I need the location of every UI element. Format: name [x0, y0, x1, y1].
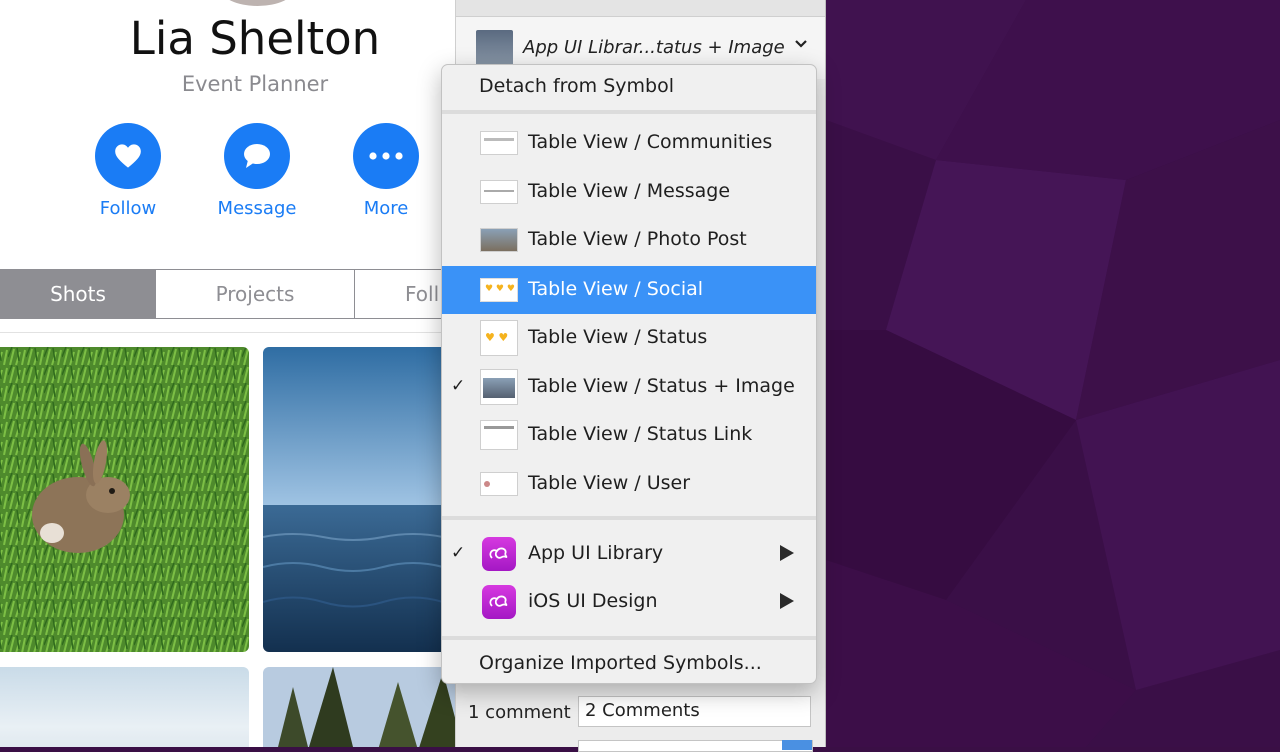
submenu-arrow-icon: [780, 593, 794, 609]
menu-item-label: Table View / Communities: [528, 131, 773, 153]
symbol-preview-thumbnail: [480, 420, 518, 450]
follow-label: Follow: [99, 198, 157, 219]
photo-trees[interactable]: [263, 667, 455, 747]
override-field[interactable]: 2 Comments: [578, 696, 811, 727]
menu-item-label: Table View / User: [528, 472, 691, 494]
menu-item-status-link[interactable]: Table View / Status Link: [442, 411, 816, 459]
menu-item-communities[interactable]: Table View / Communities: [442, 119, 816, 167]
heart-icon: [115, 144, 141, 168]
symbol-preview-thumbnail: [480, 472, 518, 496]
menu-item-organize-symbols[interactable]: Organize Imported Symbols...: [479, 652, 762, 674]
chevron-down-icon[interactable]: [794, 39, 808, 49]
chat-bubble-icon: [244, 144, 270, 168]
symbol-preview-thumbnail: [480, 180, 518, 204]
message-button[interactable]: Message: [202, 123, 312, 219]
field-stepper[interactable]: [782, 740, 812, 750]
override-label: 1 comment: [468, 702, 571, 723]
profile-name: Lia Shelton: [129, 12, 381, 65]
menu-item-user[interactable]: Table View / User: [442, 460, 816, 508]
inspector-header: [456, 0, 825, 17]
symbol-thumbnail: [476, 30, 513, 67]
menu-item-label: Table View / Message: [528, 180, 731, 202]
symbol-preview-thumbnail: ♥ ♥: [480, 320, 518, 356]
more-button[interactable]: More: [331, 123, 441, 219]
menu-item-ios-ui-design[interactable]: iOS UI Design: [442, 578, 816, 626]
rabbit-photo-image: [0, 347, 249, 652]
checkmark-icon: ✓: [451, 543, 466, 563]
menu-item-app-ui-library[interactable]: ✓ App UI Library: [442, 530, 816, 578]
menu-item-label: Table View / Social: [528, 278, 704, 300]
menu-item-message[interactable]: Table View / Message: [442, 168, 816, 216]
menu-item-photo-post[interactable]: Table View / Photo Post: [442, 216, 816, 264]
menu-item-label: iOS UI Design: [528, 590, 658, 612]
trees-photo-image: [263, 667, 455, 747]
menu-item-social[interactable]: ♥ ♥ ♥ Table View / Social: [442, 266, 816, 314]
menu-item-detach[interactable]: Detach from Symbol: [479, 75, 674, 97]
ellipsis-icon: [369, 152, 403, 160]
menu-item-status[interactable]: ♥ ♥ Table View / Status: [442, 314, 816, 362]
menu-item-status-image[interactable]: ✓ Table View / Status + Image: [442, 363, 816, 411]
ocean-photo-image: [263, 347, 455, 652]
menu-separator: [442, 110, 816, 114]
symbol-preview-thumbnail: ♥ ♥ ♥: [480, 278, 518, 302]
photo-ocean[interactable]: [263, 347, 455, 652]
symbol-preview-thumbnail: [480, 131, 518, 155]
menu-separator: [442, 516, 816, 520]
photo-rabbit[interactable]: [0, 347, 249, 652]
override-field-2[interactable]: [578, 740, 813, 752]
library-icon: [482, 537, 516, 571]
follow-button[interactable]: Follow: [73, 123, 183, 219]
profile-canvas: Lia Shelton Event Planner Follow Message…: [0, 0, 455, 747]
divider: [0, 332, 455, 333]
more-label: More: [363, 198, 409, 219]
menu-item-label: Table View / Status Link: [528, 423, 753, 445]
submenu-arrow-icon: [780, 545, 794, 561]
symbol-swap-menu: Detach from Symbol Table View / Communit…: [441, 64, 817, 684]
tab-projects[interactable]: Projects: [155, 269, 355, 319]
profile-role: Event Planner: [181, 72, 329, 96]
menu-item-label: Table View / Status + Image: [528, 375, 795, 397]
tab-followers[interactable]: Foll: [354, 269, 455, 319]
menu-item-label: Table View / Status: [528, 326, 708, 348]
avatar: [220, 0, 295, 6]
tab-shots[interactable]: Shots: [0, 269, 156, 319]
desktop-wallpaper: [826, 0, 1280, 747]
symbol-name: App UI Librar...tatus + Image: [523, 37, 785, 58]
menu-item-label: App UI Library: [528, 542, 664, 564]
photo-sky[interactable]: [0, 667, 249, 747]
menu-separator: [442, 636, 816, 640]
wallpaper-pattern: [826, 0, 1280, 747]
message-label: Message: [217, 198, 297, 219]
library-icon: [482, 585, 516, 619]
checkmark-icon: ✓: [451, 376, 466, 396]
menu-item-label: Table View / Photo Post: [528, 228, 747, 250]
symbol-preview-thumbnail: [480, 228, 518, 252]
symbol-preview-thumbnail: [480, 369, 518, 405]
